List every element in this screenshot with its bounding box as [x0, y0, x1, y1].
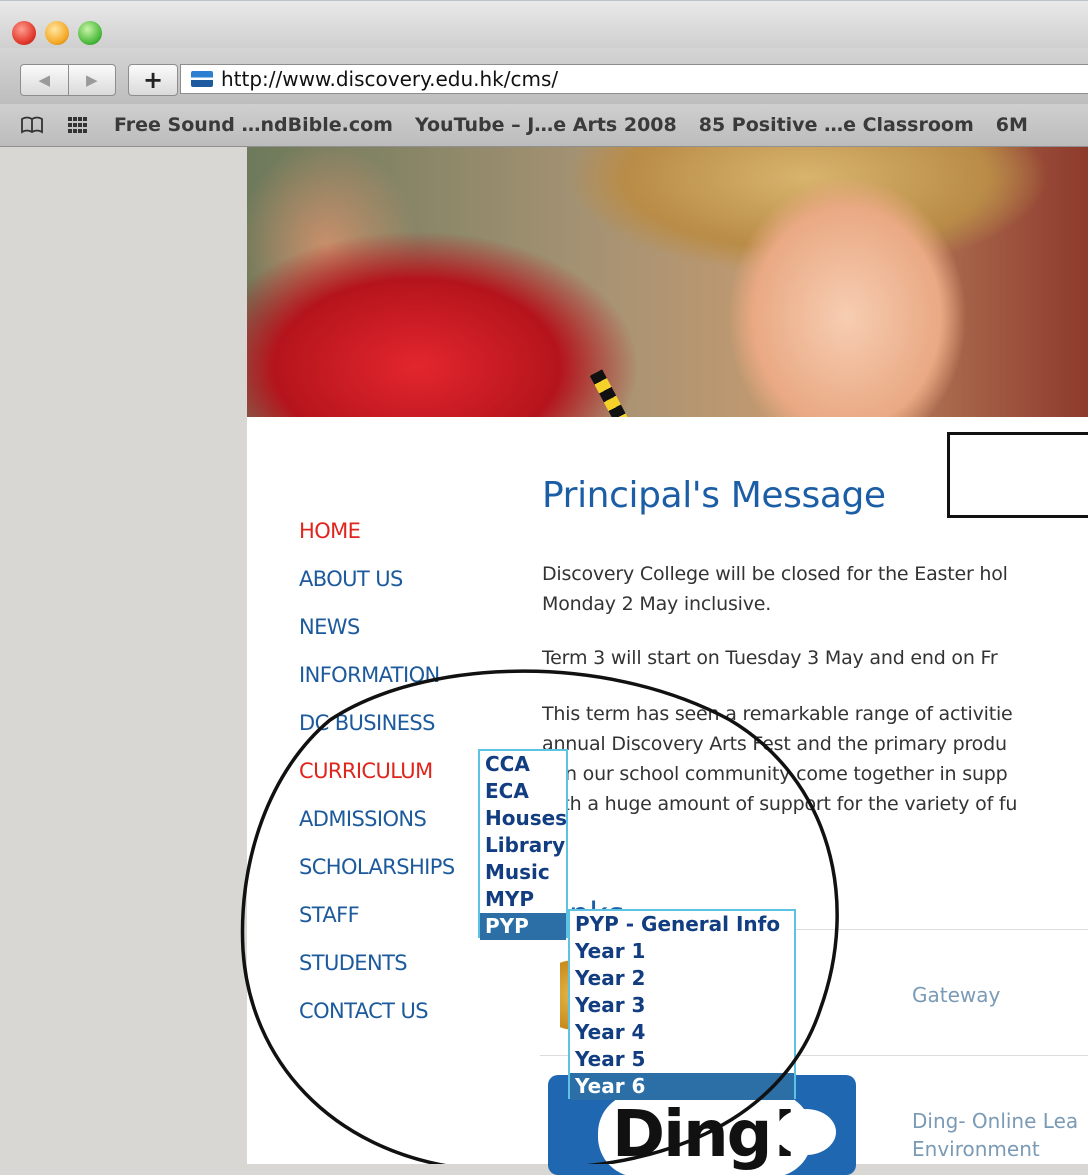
zoom-window-button[interactable] [78, 21, 102, 45]
grid-icon[interactable] [64, 117, 92, 133]
history-nav: ◀ ▶ [20, 64, 116, 96]
paragraph-line: Term 3 will start on Tuesday 3 May and e… [542, 647, 998, 669]
paragraph: Term 3 will start on Tuesday 3 May and e… [542, 643, 1088, 673]
menu-item-year-3[interactable]: Year 3 [570, 992, 794, 1019]
nav-home[interactable]: HOME [299, 519, 455, 567]
bookmark-item[interactable]: Free Sound …ndBible.com [114, 114, 393, 136]
link-ding[interactable]: Ding- Online Lea Environment [912, 1107, 1078, 1163]
hero-photo [247, 147, 1088, 417]
add-bookmark-button[interactable]: + [128, 64, 178, 96]
bookmark-item[interactable]: 6M [996, 114, 1028, 136]
menu-item-houses[interactable]: Houses [480, 805, 567, 832]
bookmark-item[interactable]: YouTube – J…e Arts 2008 [415, 114, 677, 136]
paragraph-line: This term has seen a remarkable range of… [542, 703, 1013, 725]
menu-item-year-1[interactable]: Year 1 [570, 938, 794, 965]
nav-admissions[interactable]: ADMISSIONS [299, 807, 455, 855]
paragraph-line: with a huge amount of support for the va… [542, 793, 1018, 815]
window-titlebar [0, 0, 1088, 49]
main-nav: HOME ABOUT US NEWS INFORMATION DC BUSINE… [299, 519, 455, 1047]
back-button[interactable]: ◀ [21, 65, 68, 95]
paragraph-line: annual Discovery Arts Fest and the prima… [542, 733, 1007, 755]
speech-bubble-icon [776, 1109, 836, 1155]
paragraph: Discovery College will be closed for the… [542, 559, 1088, 619]
menu-item-year-5[interactable]: Year 5 [570, 1046, 794, 1073]
pencil-image [589, 369, 631, 417]
nav-about-us[interactable]: ABOUT US [299, 567, 455, 615]
paragraph-line: Monday 2 May inclusive. [542, 593, 772, 615]
forward-button[interactable]: ▶ [67, 65, 116, 95]
address-bar[interactable]: http://www.discovery.edu.hk/cms/ [180, 64, 1088, 94]
menu-item-myp[interactable]: MYP [480, 886, 566, 913]
menu-item-year-4[interactable]: Year 4 [570, 1019, 794, 1046]
link-ding-line1: Ding- Online Lea [912, 1109, 1079, 1133]
link-ding-line2: Environment [912, 1137, 1040, 1161]
web-page: HOME ABOUT US NEWS INFORMATION DC BUSINE… [247, 147, 1088, 1175]
close-window-button[interactable] [12, 21, 36, 45]
outlined-box [947, 432, 1088, 518]
menu-item-eca[interactable]: ECA [480, 778, 566, 805]
bookmark-item[interactable]: 85 Positive …e Classroom [699, 114, 974, 136]
menu-item-year-6[interactable]: Year 6 [570, 1073, 794, 1100]
pyp-submenu: PYP - General Info Year 1 Year 2 Year 3 … [568, 909, 796, 1100]
nav-news[interactable]: NEWS [299, 615, 455, 663]
nav-information[interactable]: INFORMATION [299, 663, 455, 711]
nav-curriculum[interactable]: CURRICULUM [299, 759, 455, 807]
nav-students[interactable]: STUDENTS [299, 951, 455, 999]
url-text: http://www.discovery.edu.hk/cms/ [221, 67, 559, 91]
menu-item-year-2[interactable]: Year 2 [570, 965, 794, 992]
menu-item-music[interactable]: Music [480, 859, 566, 886]
link-gateway[interactable]: Gateway [912, 981, 1000, 1009]
book-icon[interactable] [18, 116, 46, 134]
menu-item-cca[interactable]: CCA [480, 751, 566, 778]
menu-item-pyp[interactable]: PYP [480, 913, 566, 940]
minimize-window-button[interactable] [45, 21, 69, 45]
site-favicon-icon [191, 71, 213, 87]
nav-contact-us[interactable]: CONTACT US [299, 999, 455, 1047]
paragraph: This term has seen a remarkable range of… [542, 699, 1088, 819]
browser-toolbar: ◀ ▶ + http://www.discovery.edu.hk/cms/ [0, 48, 1088, 104]
nav-dc-business[interactable]: DC BUSINESS [299, 711, 455, 759]
paragraph-line: een our school community come together i… [542, 763, 1008, 785]
nav-staff[interactable]: STAFF [299, 903, 455, 951]
menu-item-pyp-general-info[interactable]: PYP - General Info [570, 911, 794, 938]
page-title: Principal's Message [542, 475, 886, 516]
paragraph-line: Discovery College will be closed for the… [542, 563, 1008, 585]
curriculum-submenu: CCA ECA Houses Library Music MYP PYP [478, 749, 568, 940]
nav-scholarships[interactable]: SCHOLARSHIPS [299, 855, 455, 903]
bookmarks-bar: Free Sound …ndBible.com YouTube – J…e Ar… [0, 104, 1088, 147]
menu-item-library[interactable]: Library [480, 832, 566, 859]
